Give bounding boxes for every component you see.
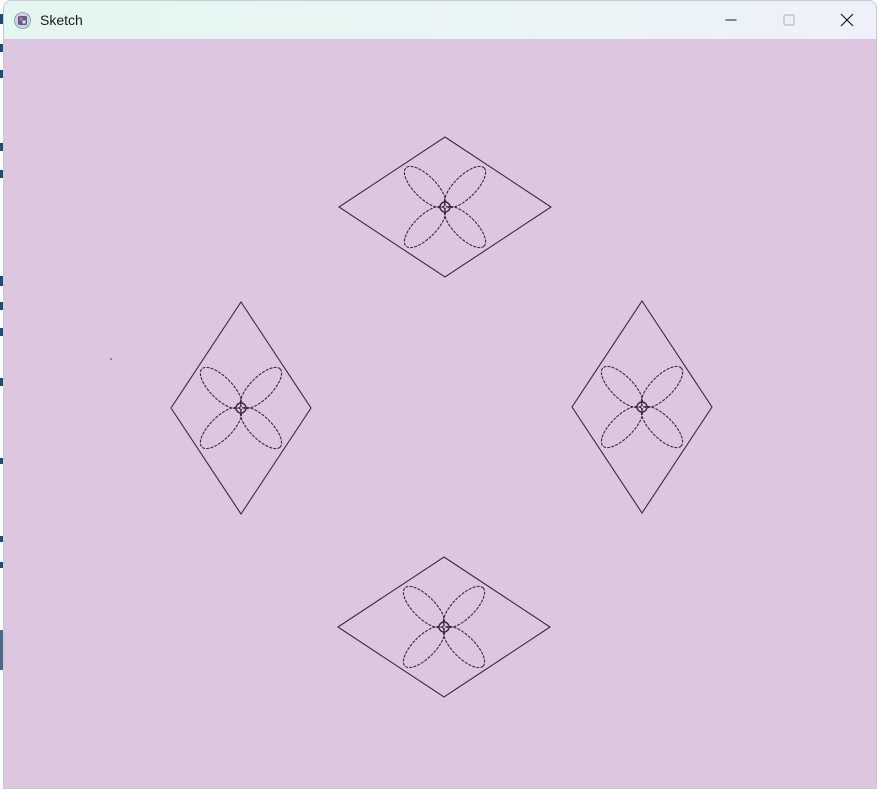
maximize-icon: [783, 14, 795, 26]
maximize-button[interactable]: [760, 1, 818, 39]
minimize-icon: [725, 19, 737, 21]
diamond-outline: [337, 556, 551, 698]
flower-petal: [442, 585, 486, 629]
flower-petal: [403, 165, 447, 209]
motif-top: [338, 136, 552, 278]
flower-petal: [640, 405, 684, 449]
flower-petal: [403, 205, 447, 249]
flower-petal: [239, 366, 283, 410]
flower-petal: [600, 365, 644, 409]
flower-petal: [442, 625, 486, 669]
close-button[interactable]: [818, 1, 876, 39]
diamond-outline: [571, 300, 713, 514]
minimize-button[interactable]: [702, 1, 760, 39]
flower-petal: [640, 365, 684, 409]
flower-petal: [199, 406, 243, 450]
flower-petal: [239, 406, 283, 450]
flower-petal: [402, 625, 446, 669]
motif-right: [571, 300, 713, 514]
window-title: Sketch: [40, 12, 83, 28]
flower-petal: [443, 205, 487, 249]
stray-dot: [110, 358, 112, 360]
flower-petal: [443, 165, 487, 209]
motif-bottom: [337, 556, 551, 698]
flower-petal: [402, 585, 446, 629]
title-bar[interactable]: Sketch: [4, 1, 876, 39]
flower-petal: [600, 405, 644, 449]
processing-sketch-icon: [14, 12, 31, 29]
motif-left: [170, 301, 312, 515]
sketch-canvas[interactable]: [4, 39, 876, 789]
diamond-outline: [170, 301, 312, 515]
close-icon: [840, 13, 854, 27]
flower-petal: [199, 366, 243, 410]
diamond-outline: [338, 136, 552, 278]
sketch-window: Sketch: [3, 0, 877, 789]
